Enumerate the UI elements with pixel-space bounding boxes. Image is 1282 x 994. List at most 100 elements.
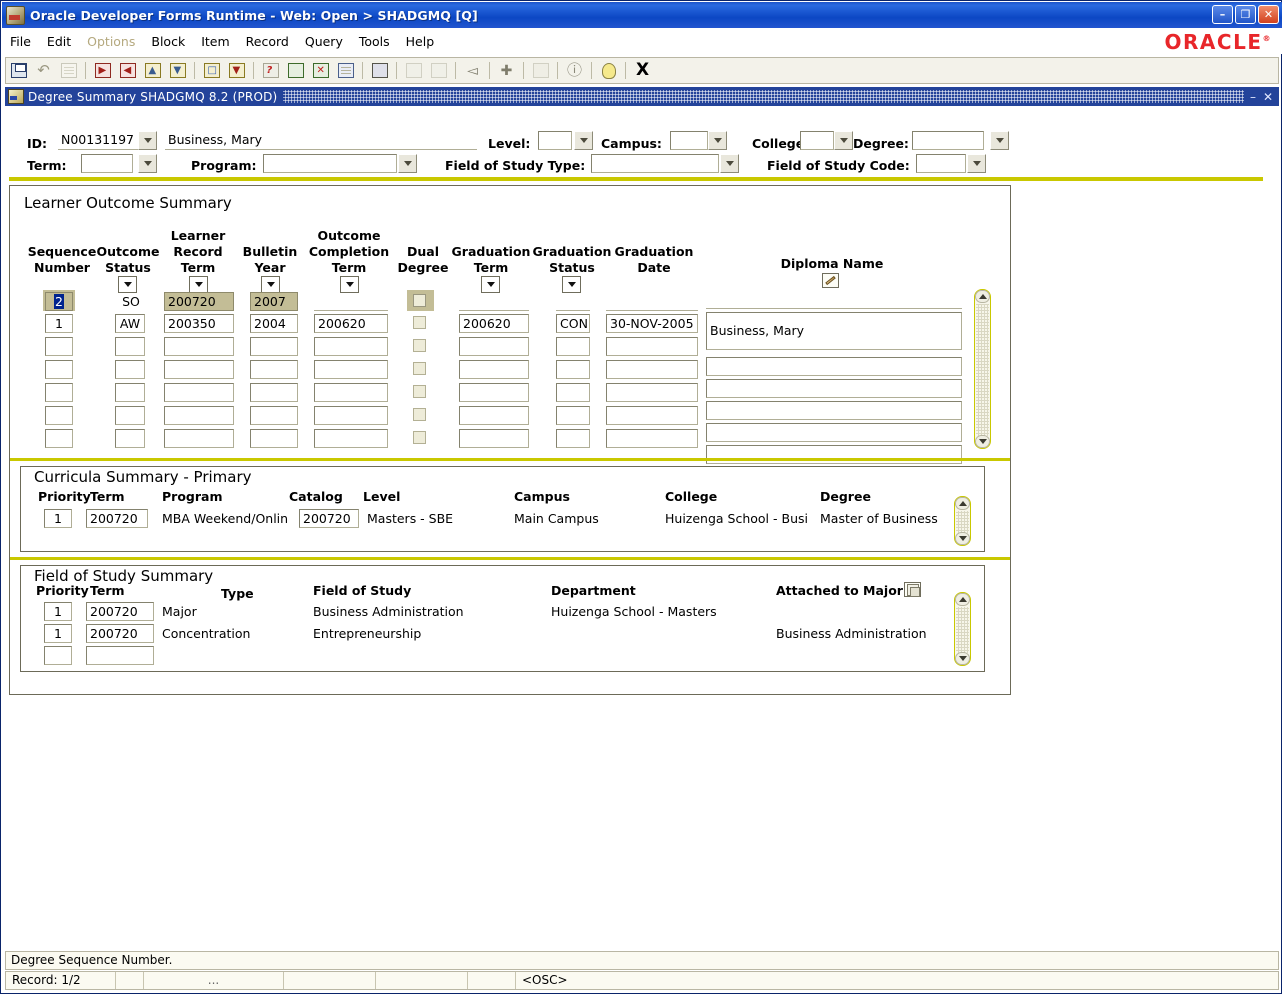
- field-of-study-scrollbar[interactable]: [954, 592, 971, 666]
- learner-outcome-scrollbar[interactable]: [974, 289, 991, 449]
- scroll-up-button[interactable]: [955, 497, 970, 510]
- execute-query-icon[interactable]: ▼: [226, 60, 247, 81]
- graduation-status-row5[interactable]: [556, 383, 590, 402]
- print-icon[interactable]: [369, 60, 390, 81]
- graduation-date-row4[interactable]: [606, 360, 698, 379]
- dual-degree-checkbox-row7[interactable]: [413, 431, 426, 444]
- bulletin-year-row2[interactable]: 2004: [250, 314, 298, 333]
- insert-record-icon[interactable]: ▶: [92, 60, 113, 81]
- form-minimize-button[interactable]: –: [1250, 90, 1256, 104]
- graduation-status-row1[interactable]: [556, 292, 590, 311]
- outcome-status-row4[interactable]: [115, 360, 145, 379]
- scroll-up-button[interactable]: [975, 290, 990, 303]
- outcome-status-row5[interactable]: [115, 383, 145, 402]
- fos-attached-row2[interactable]: Business Administration: [776, 626, 927, 641]
- graduation-status-row3[interactable]: [556, 337, 590, 356]
- fos-term-row1[interactable]: 200720: [86, 602, 154, 621]
- scroll-thumb[interactable]: [956, 607, 969, 653]
- field-of-study-type-field[interactable]: [591, 154, 719, 173]
- outcome-status-lov-button[interactable]: [118, 276, 137, 293]
- outcome-status-row7[interactable]: [115, 429, 145, 448]
- form-close-button[interactable]: ✕: [1263, 90, 1273, 104]
- outcome-status-row1[interactable]: SO: [116, 294, 146, 309]
- learner-record-term-row5[interactable]: [164, 383, 234, 402]
- degree-lov-button[interactable]: [990, 131, 1009, 150]
- sequence-number-row1[interactable]: 2: [45, 292, 73, 311]
- field-of-study-code-field[interactable]: [916, 154, 966, 173]
- graduation-term-row5[interactable]: [459, 383, 529, 402]
- program-lov-button[interactable]: [398, 154, 417, 173]
- graduation-term-row3[interactable]: [459, 337, 529, 356]
- enter-query-icon[interactable]: □: [201, 60, 222, 81]
- outcome-status-row2[interactable]: AW: [115, 314, 145, 333]
- outcome-completion-term-row6[interactable]: [314, 406, 388, 425]
- diploma-name-row4[interactable]: [706, 379, 962, 398]
- fos-department-row1[interactable]: Huizenga School - Masters: [551, 604, 717, 619]
- term-field[interactable]: [81, 154, 133, 173]
- dual-degree-checkbox-row6[interactable]: [413, 408, 426, 421]
- cancel-query-icon[interactable]: ?: [260, 60, 281, 81]
- fos-priority-row2[interactable]: 1: [44, 624, 72, 643]
- level-lov-button[interactable]: [574, 131, 593, 150]
- close-button[interactable]: ✕: [1258, 5, 1279, 24]
- outcome-status-row3[interactable]: [115, 337, 145, 356]
- diploma-name-editor-button[interactable]: [822, 273, 839, 288]
- curricula-level-row1[interactable]: Masters - SBE: [367, 511, 453, 526]
- save-icon[interactable]: [8, 60, 29, 81]
- outcome-completion-term-row3[interactable]: [314, 337, 388, 356]
- outcome-status-row6[interactable]: [115, 406, 145, 425]
- outcome-completion-term-row7[interactable]: [314, 429, 388, 448]
- sequence-number-row6[interactable]: [45, 406, 73, 425]
- level-field[interactable]: [538, 131, 572, 150]
- college-lov-button[interactable]: [834, 131, 853, 150]
- menu-item-item[interactable]: Item: [193, 32, 237, 51]
- learner-record-term-lov-button[interactable]: [189, 276, 208, 293]
- fos-term-row2[interactable]: 200720: [86, 624, 154, 643]
- fos-field-row2[interactable]: Entrepreneurship: [313, 626, 421, 641]
- program-field[interactable]: [263, 154, 397, 173]
- show-keys-icon[interactable]: [598, 60, 619, 81]
- curricula-catalog-row1[interactable]: 200720: [299, 509, 359, 528]
- graduation-date-row6[interactable]: [606, 406, 698, 425]
- curricula-term-row1[interactable]: 200720: [86, 509, 148, 528]
- graduation-date-row3[interactable]: [606, 337, 698, 356]
- id-field[interactable]: N00131197: [58, 131, 138, 150]
- degree-field[interactable]: [912, 131, 984, 150]
- fos-field-row1[interactable]: Business Administration: [313, 604, 464, 619]
- bulletin-year-row4[interactable]: [250, 360, 298, 379]
- menu-item-tools[interactable]: Tools: [351, 32, 398, 51]
- graduation-date-row5[interactable]: [606, 383, 698, 402]
- scroll-down-button[interactable]: [975, 435, 990, 448]
- menu-item-query[interactable]: Query: [297, 32, 351, 51]
- bulletin-year-row3[interactable]: [250, 337, 298, 356]
- diploma-name-row1[interactable]: [706, 290, 962, 309]
- bulletin-year-lov-button[interactable]: [261, 276, 280, 293]
- restore-button[interactable]: ❐: [1235, 5, 1256, 24]
- sequence-number-row5[interactable]: [45, 383, 73, 402]
- graduation-status-row6[interactable]: [556, 406, 590, 425]
- college-field[interactable]: [800, 131, 834, 150]
- diploma-name-row3[interactable]: [706, 357, 962, 376]
- bulletin-year-row6[interactable]: [250, 406, 298, 425]
- print-screen-icon[interactable]: [335, 60, 356, 81]
- graduation-term-lov-button[interactable]: [481, 276, 500, 293]
- dual-degree-checkbox-row5[interactable]: [413, 385, 426, 398]
- dual-degree-checkbox-row1[interactable]: [413, 294, 426, 307]
- curricula-scrollbar[interactable]: [954, 496, 971, 546]
- scroll-down-button[interactable]: [955, 652, 970, 665]
- outcome-completion-term-row2[interactable]: 200620: [314, 314, 388, 333]
- sequence-number-row4[interactable]: [45, 360, 73, 379]
- graduation-date-row2[interactable]: 30-NOV-2005: [606, 314, 698, 333]
- diploma-name-row6[interactable]: [706, 423, 962, 442]
- remove-record-icon[interactable]: ◀: [117, 60, 138, 81]
- dual-degree-checkbox-row3[interactable]: [413, 339, 426, 352]
- campus-field[interactable]: [670, 131, 708, 150]
- bulletin-year-row7[interactable]: [250, 429, 298, 448]
- campus-lov-button[interactable]: [708, 131, 727, 150]
- graduation-term-row2[interactable]: 200620: [459, 314, 529, 333]
- learner-record-term-row4[interactable]: [164, 360, 234, 379]
- outcome-completion-term-row4[interactable]: [314, 360, 388, 379]
- graduation-status-lov-button[interactable]: [562, 276, 581, 293]
- graduation-status-row7[interactable]: [556, 429, 590, 448]
- learner-record-term-row2[interactable]: 200350: [164, 314, 234, 333]
